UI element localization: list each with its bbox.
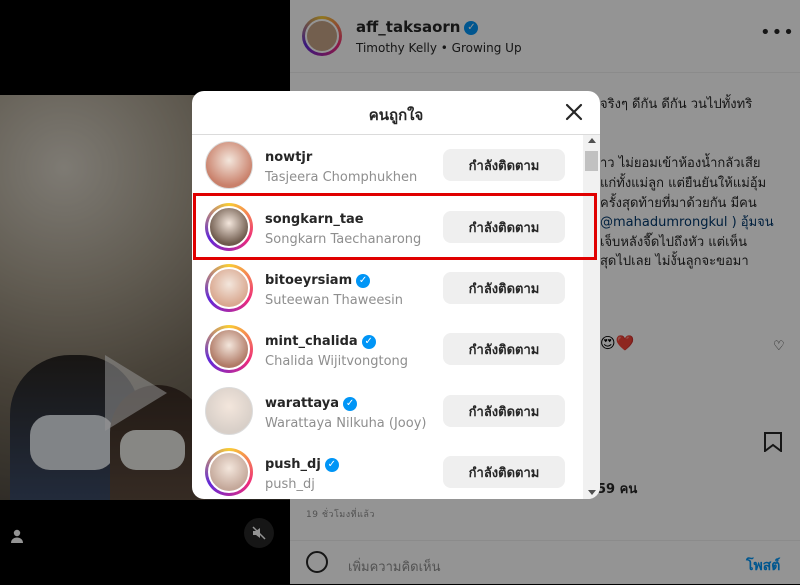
username[interactable]: nowtjr (265, 150, 312, 165)
verified-icon: ✓ (324, 457, 339, 472)
username[interactable]: bitoeyrsiam ✓ (265, 273, 371, 288)
scroll-down-arrow[interactable] (588, 490, 596, 495)
avatar[interactable] (205, 387, 253, 435)
verified-icon: ✓ (343, 396, 358, 411)
list-item: warattaya ✓ Warattaya Nilkuha (Jooy) กำลังต… (192, 381, 584, 442)
username-text[interactable]: mint_chalida (265, 334, 358, 349)
avatar[interactable] (205, 264, 253, 312)
full-name: push_dj (265, 477, 315, 492)
scrollbar[interactable] (583, 135, 600, 499)
following-button[interactable]: กำลังติดตาม (443, 456, 565, 488)
list-item: push_dj ✓ push_dj กำลังติดตาม (192, 442, 584, 499)
modal-title: คนถูกใจ (368, 106, 424, 124)
list-item: mint_chalida ✓ Chalida Wijitvongtong กำลังต… (192, 319, 584, 380)
avatar[interactable] (205, 448, 253, 496)
verified-icon: ✓ (356, 273, 371, 288)
username-text[interactable]: nowtjr (265, 150, 312, 165)
full-name: Suteewan Thaweesin (265, 293, 403, 308)
verified-icon: ✓ (361, 334, 376, 349)
following-button[interactable]: กำลังติดตาม (443, 272, 565, 304)
username-text[interactable]: bitoeyrsiam (265, 273, 352, 288)
full-name: Warattaya Nilkuha (Jooy) (265, 416, 427, 431)
username-text[interactable]: push_dj (265, 457, 321, 472)
following-button[interactable]: กำลังติดตาม (443, 395, 565, 427)
avatar[interactable] (205, 141, 253, 189)
list-item: bitoeyrsiam ✓ Suteewan Thaweesin กำลังติดตา… (192, 258, 584, 319)
username[interactable]: warattaya ✓ (265, 396, 358, 411)
highlight-box (193, 193, 597, 260)
full-name: Chalida Wijitvongtong (265, 354, 409, 369)
following-button[interactable]: กำลังติดตาม (443, 149, 565, 181)
scroll-thumb[interactable] (585, 151, 598, 171)
avatar[interactable] (205, 325, 253, 373)
likes-modal: คนถูกใจ nowtjr Tasjeera Chomphukhen กำลังต… (192, 91, 600, 499)
likes-list: nowtjr Tasjeera Chomphukhen กำลังติดตาม son… (192, 135, 584, 499)
scroll-up-arrow[interactable] (588, 138, 596, 143)
username-text[interactable]: warattaya (265, 396, 339, 411)
username[interactable]: mint_chalida ✓ (265, 334, 376, 349)
following-button[interactable]: กำลังติดตาม (443, 333, 565, 365)
full-name: Tasjeera Chomphukhen (265, 170, 418, 185)
modal-header: คนถูกใจ (192, 91, 600, 135)
username[interactable]: push_dj ✓ (265, 457, 339, 472)
list-item: nowtjr Tasjeera Chomphukhen กำลังติดตาม (192, 135, 584, 196)
close-icon[interactable] (564, 102, 584, 122)
